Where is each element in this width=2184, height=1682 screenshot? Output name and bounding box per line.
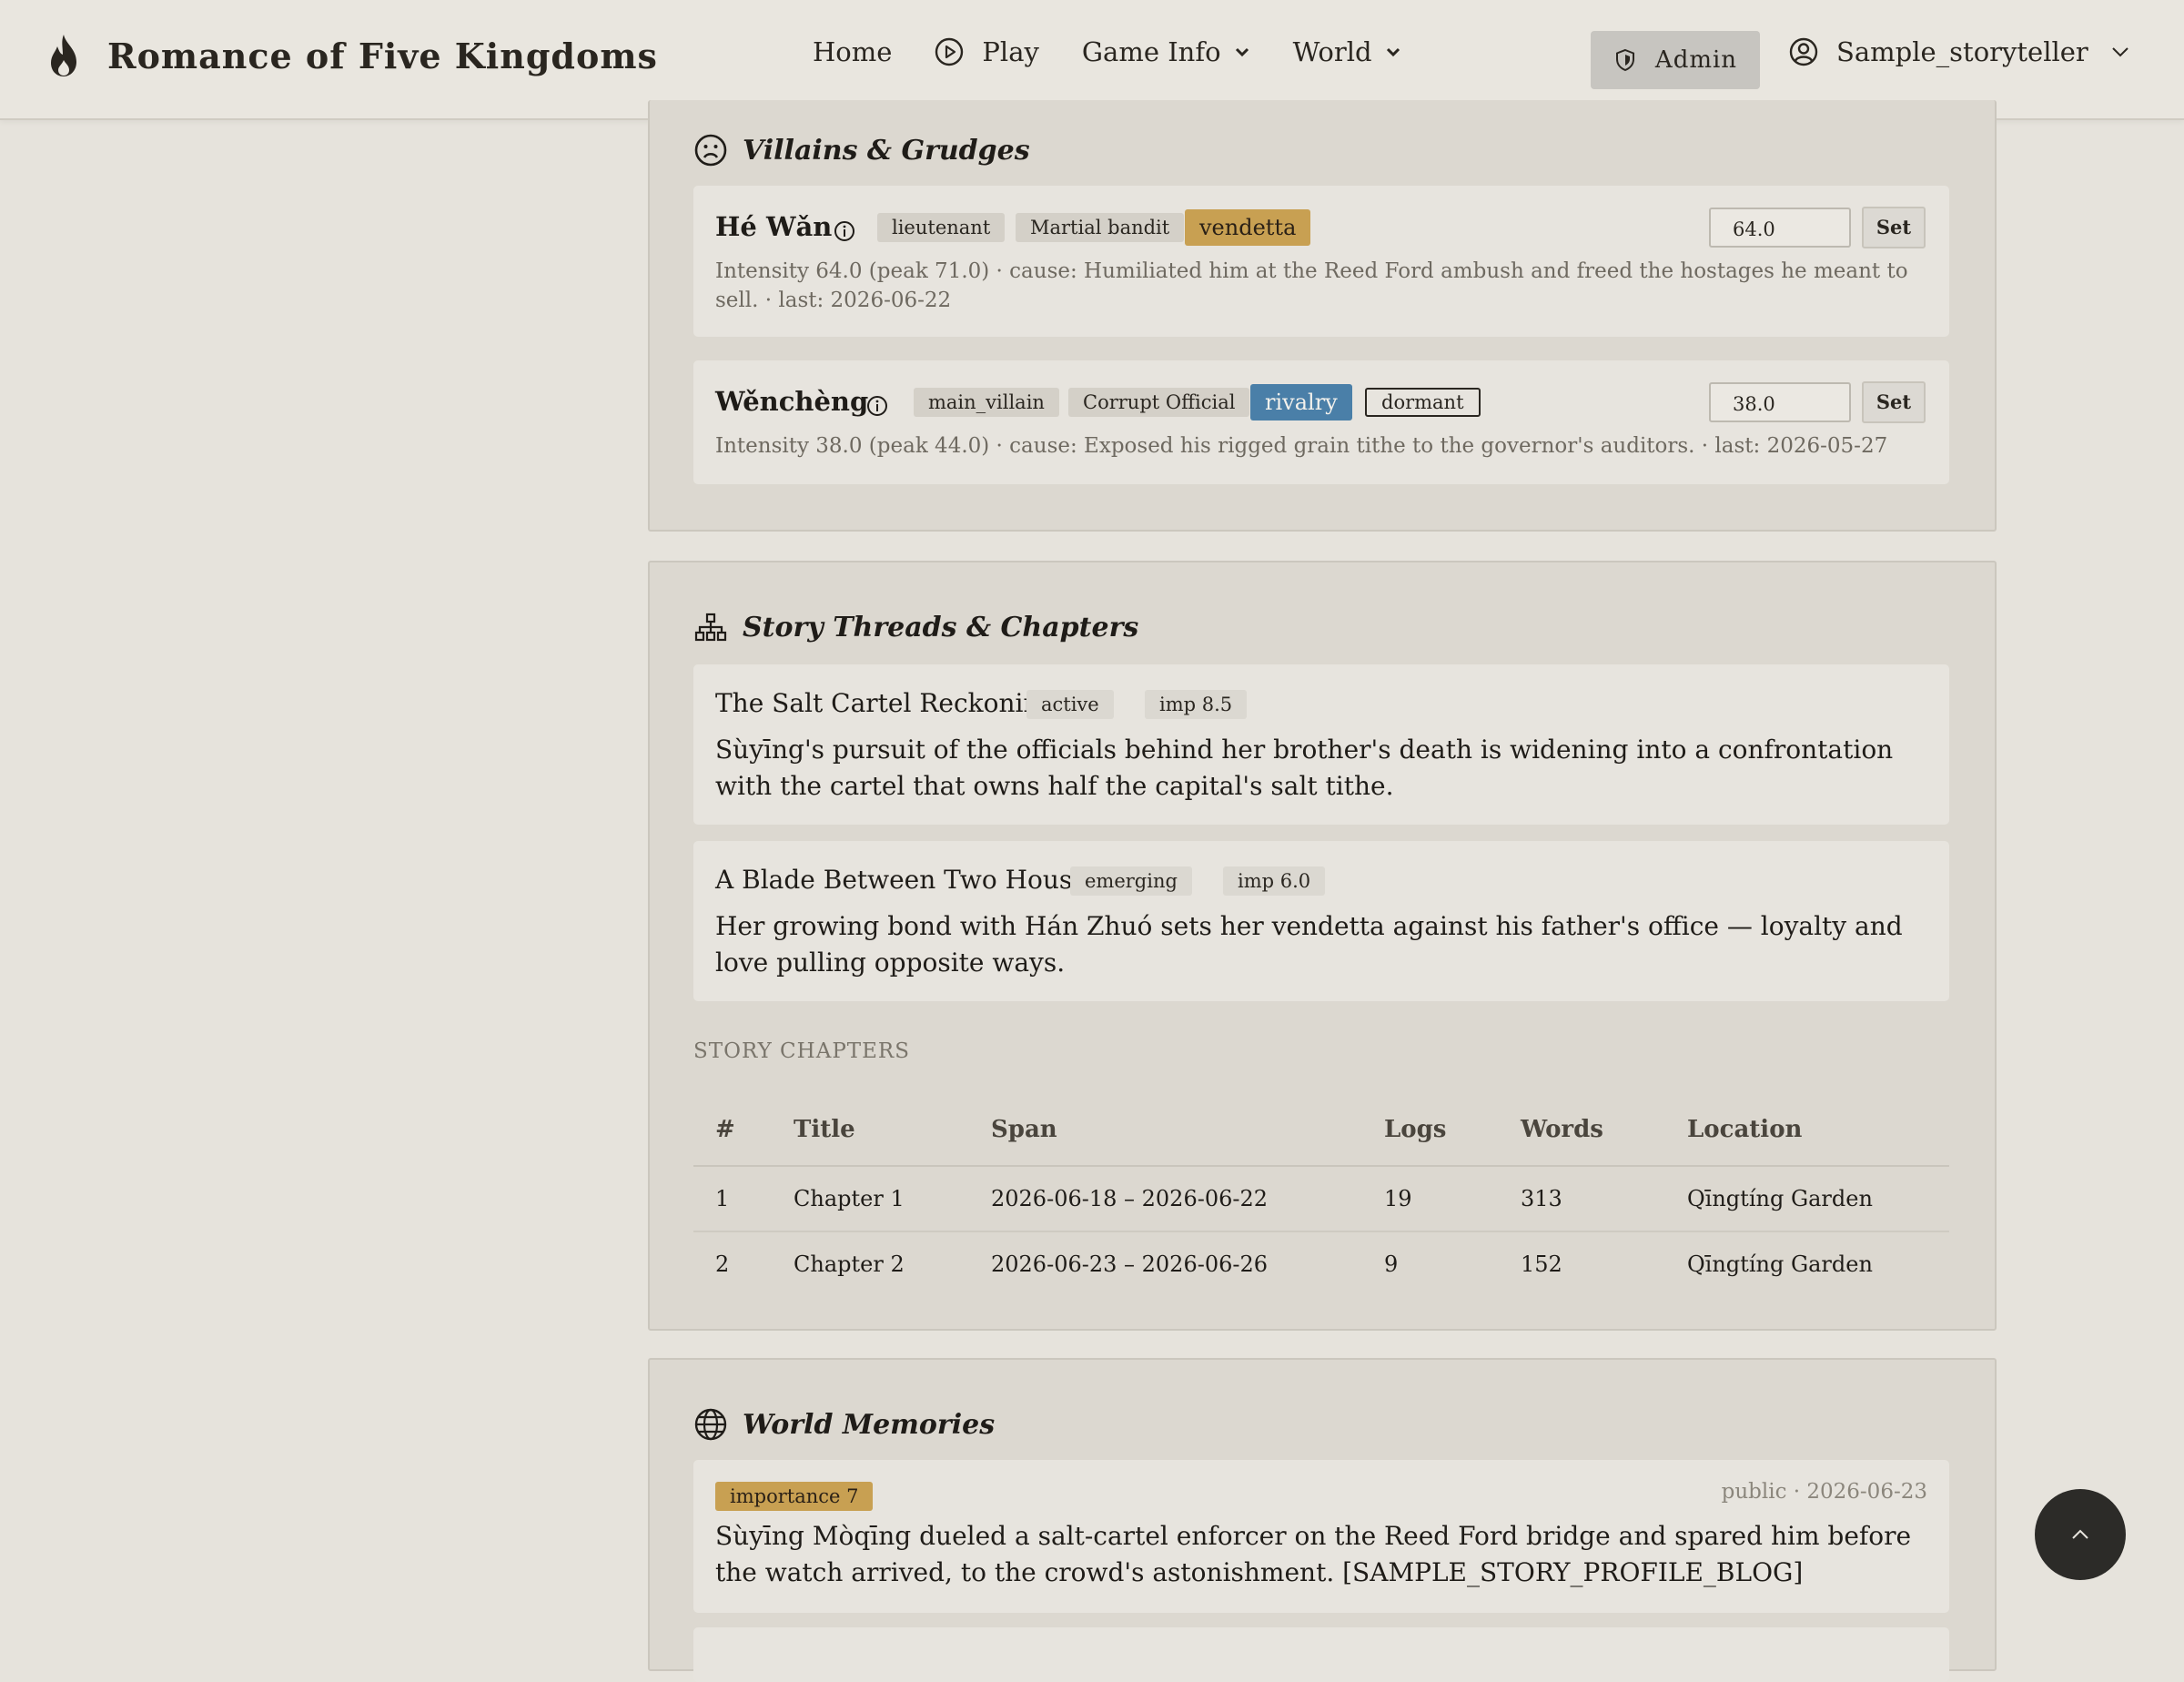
globe-icon xyxy=(694,1408,727,1441)
chapter-logs: 19 xyxy=(1383,1166,1520,1232)
threads-title: Story Threads & Chapters xyxy=(743,611,1139,643)
info-icon[interactable] xyxy=(866,395,888,417)
admin-button[interactable]: Admin xyxy=(1591,31,1760,89)
nav-game-info-label: Game Info xyxy=(1081,36,1221,67)
col-location: Location xyxy=(1686,1094,1949,1167)
nav-links: Home Play Game Info World xyxy=(813,36,1444,67)
nav-play-label: Play xyxy=(982,36,1039,67)
memories-section-title: World Memories xyxy=(693,1407,995,1442)
thread-title: A Blade Between Two Houses xyxy=(715,865,1101,895)
chapters-heading: STORY CHAPTERS xyxy=(693,1039,911,1063)
chapter-span: 2026-06-23 – 2026-06-26 xyxy=(991,1251,1269,1277)
chapter-num: 1 xyxy=(693,1166,793,1232)
threads-panel: Story Threads & Chapters The Salt Cartel… xyxy=(648,561,1997,1331)
memories-panel: World Memories importance 7 public · 202… xyxy=(648,1358,1997,1682)
chapter-title: Chapter 1 xyxy=(793,1166,990,1232)
thread-status-tag: active xyxy=(1026,690,1114,719)
thread-title: The Salt Cartel Reckoning xyxy=(715,688,1057,718)
threads-section-title: Story Threads & Chapters xyxy=(693,610,1138,644)
nav-world-dropdown[interactable]: World xyxy=(1293,36,1401,67)
villain-name: Hé Wǎn xyxy=(715,211,833,242)
thread-description: Her growing bond with Hán Zhuó sets her … xyxy=(715,911,1903,978)
thread-description: Sùyīng's pursuit of the officials behind… xyxy=(715,735,1894,801)
role-tag: main_villain xyxy=(914,388,1059,417)
importance-badge: importance 7 xyxy=(715,1482,874,1511)
col-num: # xyxy=(693,1094,793,1167)
col-logs: Logs xyxy=(1383,1094,1520,1167)
grudge-type-badge: vendetta xyxy=(1185,209,1311,246)
play-circle-icon xyxy=(935,37,964,66)
thread-status-tag: emerging xyxy=(1070,866,1192,896)
info-icon[interactable] xyxy=(834,220,855,242)
chapter-logs: 9 xyxy=(1384,1251,1399,1277)
nav-home-label: Home xyxy=(813,36,893,67)
nav-world-label: World xyxy=(1292,36,1372,67)
villain-card: Hé Wǎn lieutenant Martial bandit vendett… xyxy=(693,186,1949,337)
col-words: Words xyxy=(1520,1094,1686,1167)
chapter-words: 313 xyxy=(1520,1166,1686,1232)
thread-importance-tag: imp 6.0 xyxy=(1223,866,1326,896)
intensity-input[interactable]: 64.0 xyxy=(1709,208,1851,248)
chapters-table: # Title Span Logs Words Location 1 Chapt… xyxy=(693,1094,1949,1296)
villain-meta: Intensity 38.0 (peak 44.0) · cause: Expo… xyxy=(715,434,1888,458)
chapter-num: 2 xyxy=(715,1251,730,1277)
chevron-down-icon xyxy=(2112,47,2128,57)
frown-face-icon xyxy=(694,134,727,167)
scroll-to-top-button[interactable] xyxy=(2035,1489,2126,1580)
user-circle-icon xyxy=(1789,37,1818,66)
villain-meta: Intensity 64.0 (peak 71.0) · cause: Humi… xyxy=(715,259,1908,312)
chapter-title: Chapter 2 xyxy=(794,1251,905,1277)
villains-panel: Villains & Grudges Hé Wǎn lieutenant Mar… xyxy=(648,100,1997,532)
chapter-location: Qīngtíng Garden xyxy=(1686,1166,1949,1232)
brand-title: Romance of Five Kingdoms xyxy=(107,35,658,76)
admin-label: Admin xyxy=(1654,46,1738,74)
memory-card xyxy=(693,1627,1949,1682)
villain-name: Wěnchèng xyxy=(715,386,869,417)
nav-play[interactable]: Play xyxy=(935,36,1039,67)
thread-card: A Blade Between Two Houses emerging imp … xyxy=(693,841,1949,1001)
table-row[interactable]: 1 Chapter 1 2026-06-18 – 2026-06-22 19 3… xyxy=(693,1166,1949,1232)
table-row[interactable]: 2 Chapter 2 2026-06-23 – 2026-06-26 9 15… xyxy=(693,1231,1949,1296)
intensity-input[interactable]: 38.0 xyxy=(1709,382,1851,422)
shield-icon xyxy=(1615,48,1634,72)
memory-text: Sùyīng Mòqīng dueled a salt-cartel enfor… xyxy=(715,1521,1912,1587)
col-span: Span xyxy=(990,1094,1383,1167)
set-intensity-button[interactable]: Set xyxy=(1862,207,1926,248)
chapter-words: 152 xyxy=(1521,1251,1562,1277)
grudge-type-badge: rivalry xyxy=(1250,384,1352,420)
nav-game-info-dropdown[interactable]: Game Info xyxy=(1082,36,1250,67)
flame-icon xyxy=(51,35,76,76)
status-badge: dormant xyxy=(1365,388,1481,417)
villains-section-title: Villains & Grudges xyxy=(693,133,1030,167)
brand[interactable]: Romance of Five Kingdoms xyxy=(46,33,658,78)
role-tag: lieutenant xyxy=(877,213,1006,242)
memory-meta: public · 2026-06-23 xyxy=(1721,1480,1927,1504)
nav-home[interactable]: Home xyxy=(813,36,892,67)
chevron-down-icon xyxy=(1235,47,1249,57)
col-title: Title xyxy=(793,1094,990,1167)
memory-card: importance 7 public · 2026-06-23 Sùyīng … xyxy=(693,1460,1949,1613)
archetype-tag: Corrupt Official xyxy=(1068,388,1250,417)
thread-card: The Salt Cartel Reckoning active imp 8.5… xyxy=(693,664,1949,825)
memories-title: World Memories xyxy=(743,1408,996,1441)
villain-card: Wěnchèng main_villain Corrupt Official r… xyxy=(693,360,1949,484)
chapter-span: 2026-06-18 – 2026-06-22 xyxy=(990,1166,1383,1232)
archetype-tag: Martial bandit xyxy=(1016,213,1185,242)
villains-title: Villains & Grudges xyxy=(743,134,1030,167)
thread-importance-tag: imp 8.5 xyxy=(1145,690,1248,719)
table-header-row: # Title Span Logs Words Location xyxy=(693,1094,1949,1167)
chapter-location: Qīngtíng Garden xyxy=(1687,1251,1873,1277)
set-intensity-button[interactable]: Set xyxy=(1862,381,1926,423)
sitemap-icon xyxy=(694,613,727,642)
chevron-down-icon xyxy=(1386,47,1400,57)
username: Sample_storyteller xyxy=(1836,36,2088,67)
user-menu[interactable]: Sample_storyteller xyxy=(1789,36,2130,67)
chevron-up-icon xyxy=(2072,1529,2088,1539)
